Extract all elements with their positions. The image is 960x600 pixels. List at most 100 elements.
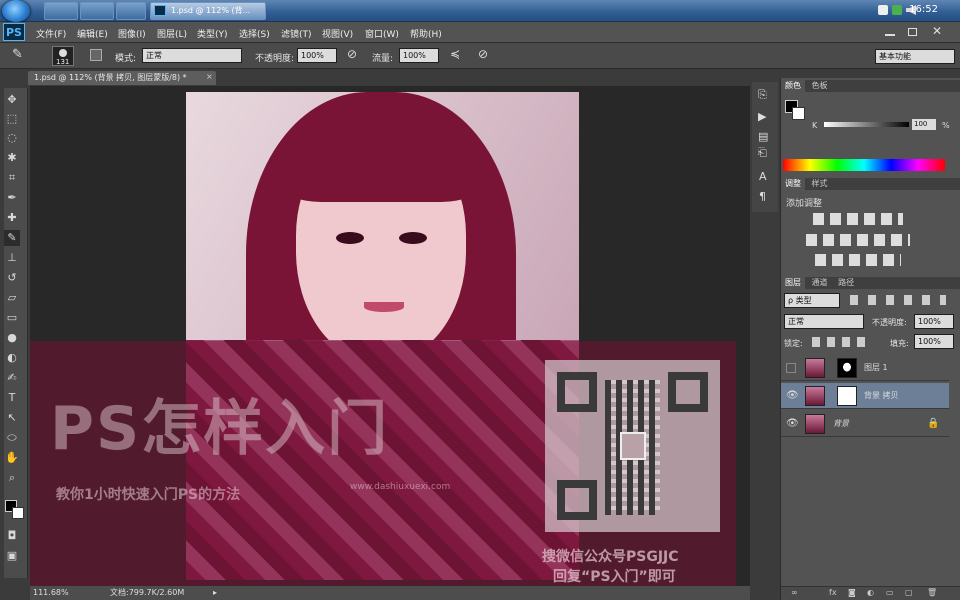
pen-tool-icon[interactable]: ✍ <box>4 370 20 386</box>
pressure-size-icon[interactable]: ⊘ <box>478 47 488 61</box>
blend-mode-select[interactable]: 正常 <box>784 314 864 329</box>
menu-select[interactable]: 选择(S) <box>239 27 270 40</box>
blur-tool-icon[interactable]: ● <box>4 330 20 346</box>
workspace-select[interactable]: 基本功能 <box>875 49 955 64</box>
mode-select[interactable]: 正常 <box>142 48 242 63</box>
k-value-field[interactable]: 100 <box>912 119 936 130</box>
tab-paths[interactable]: 路径 <box>834 277 858 289</box>
stamp-tool-icon[interactable]: ⊥ <box>4 250 20 266</box>
menu-help[interactable]: 帮助(H) <box>410 27 442 40</box>
type-tool-icon[interactable]: T <box>4 390 20 406</box>
layer-row[interactable]: 图层 1 <box>781 355 949 381</box>
start-button[interactable] <box>2 0 30 22</box>
layer-name[interactable]: 背景 拷贝 <box>864 383 899 409</box>
eye-icon[interactable]: 👁 <box>786 383 799 409</box>
color-bg-swatch[interactable] <box>792 107 805 120</box>
brush-panel-toggle-icon[interactable] <box>90 49 102 61</box>
layer-name[interactable]: 背景 <box>833 411 849 437</box>
gradient-tool-icon[interactable]: ▭ <box>4 310 20 326</box>
menu-type[interactable]: 类型(Y) <box>197 27 228 40</box>
magic-wand-tool-icon[interactable]: ✱ <box>4 150 20 166</box>
layer-mask-thumbnail[interactable] <box>837 386 857 406</box>
pressure-opacity-icon[interactable]: ⊘ <box>347 47 357 61</box>
visibility-toggle-empty[interactable] <box>786 363 796 373</box>
tab-styles[interactable]: 样式 <box>808 178 832 190</box>
link-layers-icon[interactable]: ∞ <box>791 588 798 597</box>
layer-opacity-field[interactable]: 100% <box>914 314 954 329</box>
adjustment-icons-row-3[interactable] <box>815 254 901 266</box>
shape-tool-icon[interactable]: ⬭ <box>4 430 20 446</box>
layer-mask-thumbnail[interactable] <box>837 358 857 378</box>
airbrush-icon[interactable]: ≼ <box>450 47 460 61</box>
screen-mode-icon[interactable]: ▣ <box>4 548 20 564</box>
clone-source-icon[interactable]: ⎗ <box>758 146 767 160</box>
quick-mask-icon[interactable]: ◘ <box>4 528 20 544</box>
hand-tool-icon[interactable]: ✋ <box>4 450 20 466</box>
zoom-tool-icon[interactable]: ⌕ <box>4 470 20 486</box>
menu-filter[interactable]: 滤镜(T) <box>281 27 312 40</box>
tab-channels[interactable]: 通道 <box>808 277 832 289</box>
menu-file[interactable]: 文件(F) <box>36 27 66 40</box>
lock-icons[interactable] <box>812 337 870 347</box>
character-panel-icon[interactable]: A <box>759 170 767 183</box>
lasso-tool-icon[interactable]: ◌ <box>4 130 20 146</box>
menu-window[interactable]: 窗口(W) <box>365 27 399 40</box>
paragraph-panel-icon[interactable]: ¶ <box>759 190 766 203</box>
marquee-tool-icon[interactable]: ⬚ <box>4 111 20 127</box>
adjustment-icons-row-1[interactable] <box>813 213 903 225</box>
history-brush-icon[interactable]: ↺ <box>4 270 20 286</box>
taskbar-photoshop-button[interactable]: 1.psd @ 112% (背... <box>150 2 266 20</box>
flow-field[interactable]: 100% <box>399 48 439 63</box>
menu-image[interactable]: 图像(I) <box>118 27 146 40</box>
crop-tool-icon[interactable]: ⌗ <box>4 170 20 186</box>
layer-row-selected[interactable]: 👁 背景 拷贝 <box>781 383 949 409</box>
tab-swatches[interactable]: 色板 <box>808 80 832 92</box>
actions-play-icon[interactable]: ▶ <box>758 110 766 123</box>
new-group-icon[interactable]: ▭ <box>886 588 894 597</box>
close-icon[interactable]: ✕ <box>932 24 942 38</box>
dodge-tool-icon[interactable]: ◐ <box>4 350 20 366</box>
background-color-swatch[interactable] <box>12 507 24 519</box>
new-adjustment-icon[interactable]: ◐ <box>867 588 874 597</box>
brush-tool-icon[interactable]: ✎ <box>12 47 23 62</box>
move-tool-icon[interactable]: ✥ <box>4 92 20 108</box>
healing-tool-icon[interactable]: ✚ <box>4 210 20 226</box>
eye-icon[interactable]: 👁 <box>786 411 799 437</box>
layer-filter-icons[interactable] <box>850 295 946 305</box>
add-mask-icon[interactable]: ◙ <box>848 588 856 597</box>
adjustment-icons-row-2[interactable] <box>806 234 910 246</box>
menu-layer[interactable]: 图层(L) <box>157 27 187 40</box>
maximize-icon[interactable] <box>908 28 917 36</box>
tray-icon[interactable] <box>892 5 902 15</box>
color-spectrum-bar[interactable] <box>783 159 945 171</box>
k-slider[interactable] <box>824 122 909 127</box>
zoom-level[interactable]: 111.68% <box>33 586 69 600</box>
taskbar-explorer-button[interactable] <box>44 2 78 20</box>
path-select-tool-icon[interactable]: ↖ <box>4 410 20 426</box>
new-layer-icon[interactable]: ▢ <box>905 588 913 597</box>
tab-adjustments[interactable]: 调整 <box>781 178 805 190</box>
layer-row[interactable]: 👁 背景 🔒 <box>781 411 949 437</box>
minimize-icon[interactable] <box>885 34 895 36</box>
tab-color[interactable]: 颜色 <box>781 80 805 92</box>
history-icon[interactable]: ⎘ <box>758 88 767 102</box>
document-tab[interactable]: 1.psd @ 112% (背景 拷贝, 图层蒙版/8) * <box>28 71 216 85</box>
menu-view[interactable]: 视图(V) <box>322 27 353 40</box>
menu-edit[interactable]: 编辑(E) <box>77 27 108 40</box>
brush-presets-icon[interactable]: ▤ <box>758 130 768 143</box>
brush-preset-picker[interactable]: 131 <box>52 46 74 66</box>
brush-tool-active-icon[interactable]: ✎ <box>4 230 20 246</box>
status-menu-icon[interactable]: ▸ <box>213 586 217 600</box>
taskbar-ie-button[interactable] <box>80 2 114 20</box>
network-icon[interactable] <box>878 5 888 15</box>
layer-fill-field[interactable]: 100% <box>914 334 954 349</box>
opacity-field[interactable]: 100% <box>297 48 337 63</box>
layer-name[interactable]: 图层 1 <box>864 355 888 381</box>
layer-style-icon[interactable]: fx <box>829 588 837 597</box>
tab-layers[interactable]: 图层 <box>781 277 805 289</box>
delete-layer-icon[interactable]: 🗑 <box>927 588 937 597</box>
close-tab-icon[interactable]: × <box>206 72 213 81</box>
layer-filter-select[interactable]: ρ 类型 <box>784 293 840 308</box>
eyedropper-tool-icon[interactable]: ✒ <box>4 190 20 206</box>
taskbar-media-button[interactable] <box>116 2 146 20</box>
